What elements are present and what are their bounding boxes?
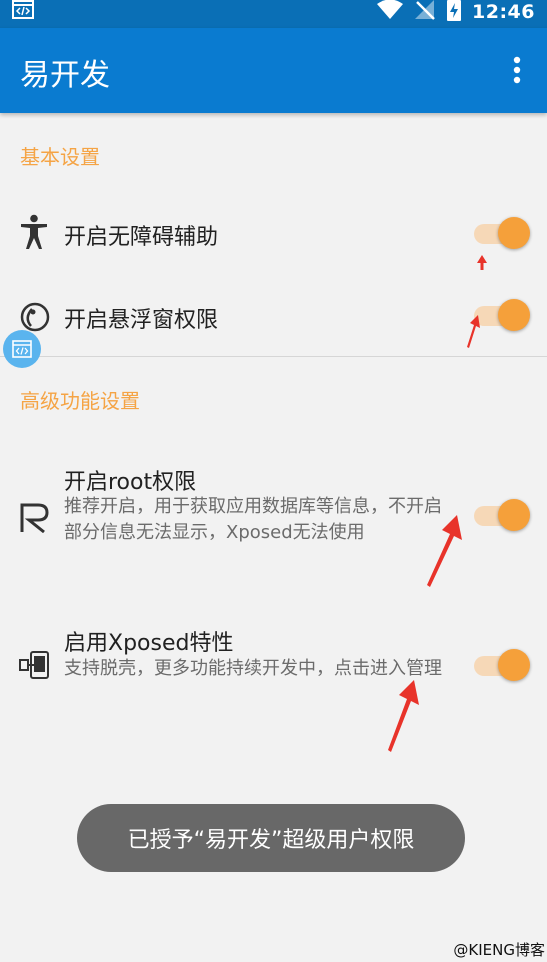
floating-ball[interactable] [3, 330, 41, 368]
switch-thumb [498, 299, 530, 331]
wifi-icon [376, 0, 404, 25]
setting-title: 开启无障碍辅助 [64, 225, 219, 250]
switch-thumb [498, 217, 530, 249]
annotation-arrow [477, 255, 487, 270]
app-title: 易开发 [20, 58, 110, 93]
accessibility-switch[interactable] [474, 215, 532, 251]
root-switch[interactable] [474, 497, 532, 533]
section-title-basic: 基本设置 [20, 145, 100, 169]
root-icon [18, 503, 50, 537]
developer-tool-icon [12, 340, 32, 358]
toast-message: 已授予“易开发”超级用户权限 [77, 804, 465, 872]
setting-title: 开启root权限 [64, 470, 197, 495]
toast-text: 已授予“易开发”超级用户权限 [127, 828, 415, 853]
section-title-advanced: 高级功能设置 [20, 389, 140, 413]
more-vertical-icon [513, 56, 521, 88]
app-bar: 易开发 [0, 28, 547, 113]
annotation-arrow [427, 515, 462, 587]
annotation-arrow [467, 315, 480, 348]
more-options-button[interactable] [513, 56, 521, 88]
floating-window-switch[interactable] [474, 297, 532, 333]
watermark: @KIENG博客 [453, 941, 545, 959]
xposed-module-icon [18, 651, 50, 683]
status-time: 12:46 [472, 1, 535, 23]
setting-title: 开启悬浮窗权限 [64, 308, 219, 333]
xposed-switch[interactable] [474, 647, 532, 683]
status-bar: 12:46 [0, 0, 547, 28]
developer-tool-icon [12, 0, 34, 24]
accessibility-icon [20, 214, 48, 254]
setting-summary: 推荐开启，用于获取应用数据库等信息，不开启部分信息无法显示，Xposed无法使用 [64, 496, 442, 543]
battery-charging-icon [446, 0, 462, 26]
switch-thumb [498, 499, 530, 531]
switch-thumb [498, 649, 530, 681]
no-signal-icon [414, 0, 436, 25]
section-divider [0, 356, 547, 357]
annotation-arrow [388, 680, 419, 752]
setting-title: 启用Xposed特性 [64, 631, 234, 656]
